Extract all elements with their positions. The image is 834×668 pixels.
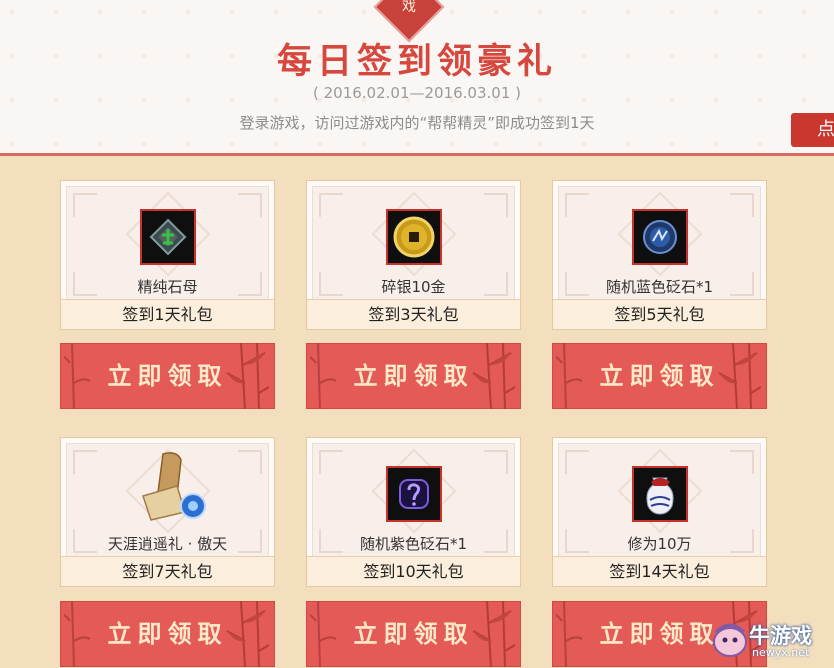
blue-stone-icon xyxy=(631,209,688,265)
item-name: 精纯石母 xyxy=(137,278,198,296)
claim-button-label: 立即领取 xyxy=(599,361,720,390)
pack-label: 签到7天礼包 xyxy=(61,556,274,586)
side-button[interactable]: 点 xyxy=(791,113,834,147)
porcelain-jar-icon xyxy=(631,466,688,522)
claim-button-label: 立即领取 xyxy=(353,361,474,390)
pack-label: 签到3天礼包 xyxy=(307,299,520,329)
reward-card-4: 天涯逍遥礼 · 傲天 签到7天礼包 xyxy=(60,437,275,587)
item-name: 随机紫色砭石*1 xyxy=(359,535,468,553)
claim-button-2[interactable]: 立即领取 xyxy=(306,343,521,409)
claim-button-3[interactable]: 立即领取 xyxy=(552,343,767,409)
claim-button-label: 立即领取 xyxy=(107,619,228,648)
pack-label: 签到5天礼包 xyxy=(553,299,766,329)
event-rule: 登录游戏，访问过游戏内的“帮帮精灵”即成功签到1天 xyxy=(239,114,595,132)
claim-button-label: 立即领取 xyxy=(353,619,474,648)
item-name: 随机蓝色砭石*1 xyxy=(605,278,714,296)
event-dates: ( 2016.02.01—2016.03.01 ) xyxy=(312,84,521,102)
pack-label: 签到14天礼包 xyxy=(553,556,766,586)
pack-label: 签到1天礼包 xyxy=(61,299,274,329)
item-name: 修为10万 xyxy=(627,535,692,553)
reward-card-3: 随机蓝色砭石*1 签到5天礼包 xyxy=(552,180,767,330)
reward-card-1: 精纯石母 签到1天礼包 xyxy=(60,180,275,330)
claim-button-1[interactable]: 立即领取 xyxy=(60,343,275,409)
reward-card-5: 随机紫色砭石*1 签到10天礼包 xyxy=(306,437,521,587)
watermark-url: newyx.net xyxy=(752,646,810,659)
green-stone-icon xyxy=(139,209,196,265)
page-title: 每日签到领豪礼 xyxy=(276,41,557,82)
purple-stone-icon xyxy=(385,466,442,522)
item-name: 天涯逍遥礼 · 傲天 xyxy=(107,535,228,553)
claim-button-label: 立即领取 xyxy=(107,361,228,390)
claim-button-5[interactable]: 立即领取 xyxy=(306,601,521,667)
claim-button-4[interactable]: 立即领取 xyxy=(60,601,275,667)
scroll-gift-icon xyxy=(137,450,207,526)
event-header: 戏 每日签到领豪礼 ( 2016.02.01—2016.03.01 ) 登录游戏… xyxy=(0,0,834,156)
gold-coin-icon xyxy=(385,209,442,265)
item-name: 碎银10金 xyxy=(381,278,446,296)
header-badge-char: 戏 xyxy=(402,0,416,15)
pack-label: 签到10天礼包 xyxy=(307,556,520,586)
reward-card-2: 碎银10金 签到3天礼包 xyxy=(306,180,521,330)
reward-card-6: 修为10万 签到14天礼包 xyxy=(552,437,767,587)
